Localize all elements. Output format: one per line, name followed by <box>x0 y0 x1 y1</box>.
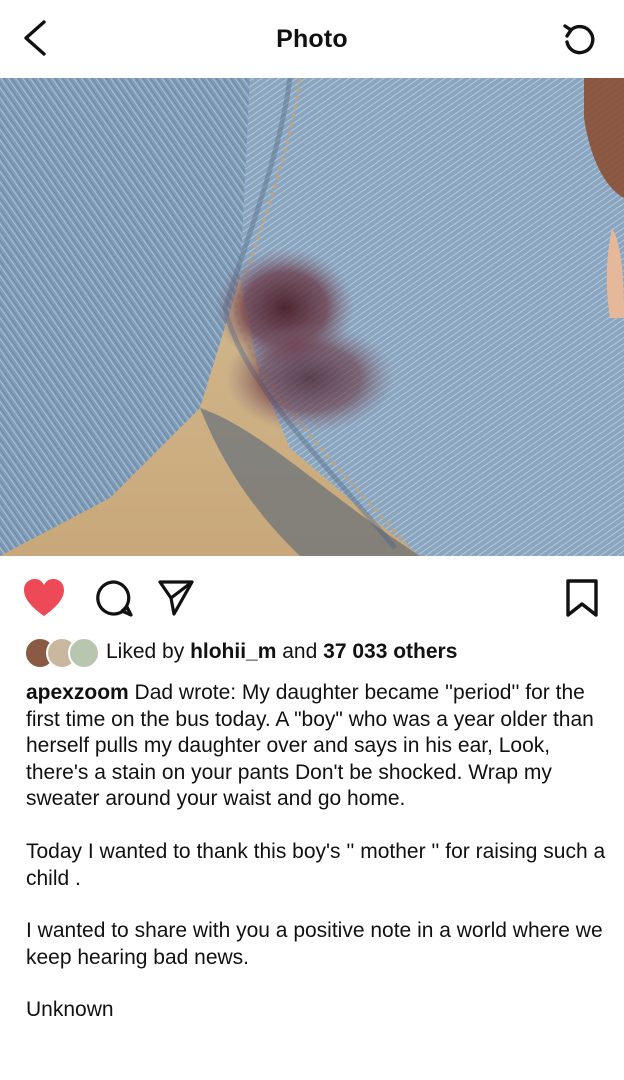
bookmark-icon[interactable] <box>564 578 600 618</box>
page-title: Photo <box>276 24 348 53</box>
likes-count[interactable]: 37 033 others <box>323 640 457 663</box>
refresh-icon[interactable] <box>558 18 602 62</box>
post-caption: apexzoom Dad wrote: My daughter became '… <box>26 680 606 1050</box>
heart-filled-icon[interactable] <box>22 578 66 618</box>
likes-prefix: Liked by <box>106 640 185 663</box>
likes-row[interactable]: Liked by hlohii_m and 37 033 others <box>24 634 457 670</box>
post-photo[interactable] <box>0 78 624 556</box>
liker-username[interactable]: hlohii_m <box>190 640 276 663</box>
caption-paragraph: I wanted to share with you a positive no… <box>26 919 603 969</box>
back-chevron-left-icon[interactable] <box>16 16 56 60</box>
caption-paragraph: Today I wanted to thank this boy's '' mo… <box>26 839 606 890</box>
caption-paragraph: apexzoom Dad wrote: My daughter became '… <box>26 680 606 813</box>
top-bar: Photo <box>0 0 624 78</box>
likes-text: Liked by hlohii_m and 37 033 others <box>106 640 457 664</box>
likes-middle: and <box>282 640 318 663</box>
caption-username[interactable]: apexzoom <box>26 681 129 704</box>
send-icon[interactable] <box>156 578 196 618</box>
avatar <box>68 637 100 669</box>
jeans-photo <box>0 78 624 556</box>
post-actions <box>0 556 624 640</box>
comment-icon[interactable] <box>94 578 134 618</box>
liker-avatars <box>24 637 102 669</box>
caption-paragraph: Unknown <box>26 998 114 1022</box>
